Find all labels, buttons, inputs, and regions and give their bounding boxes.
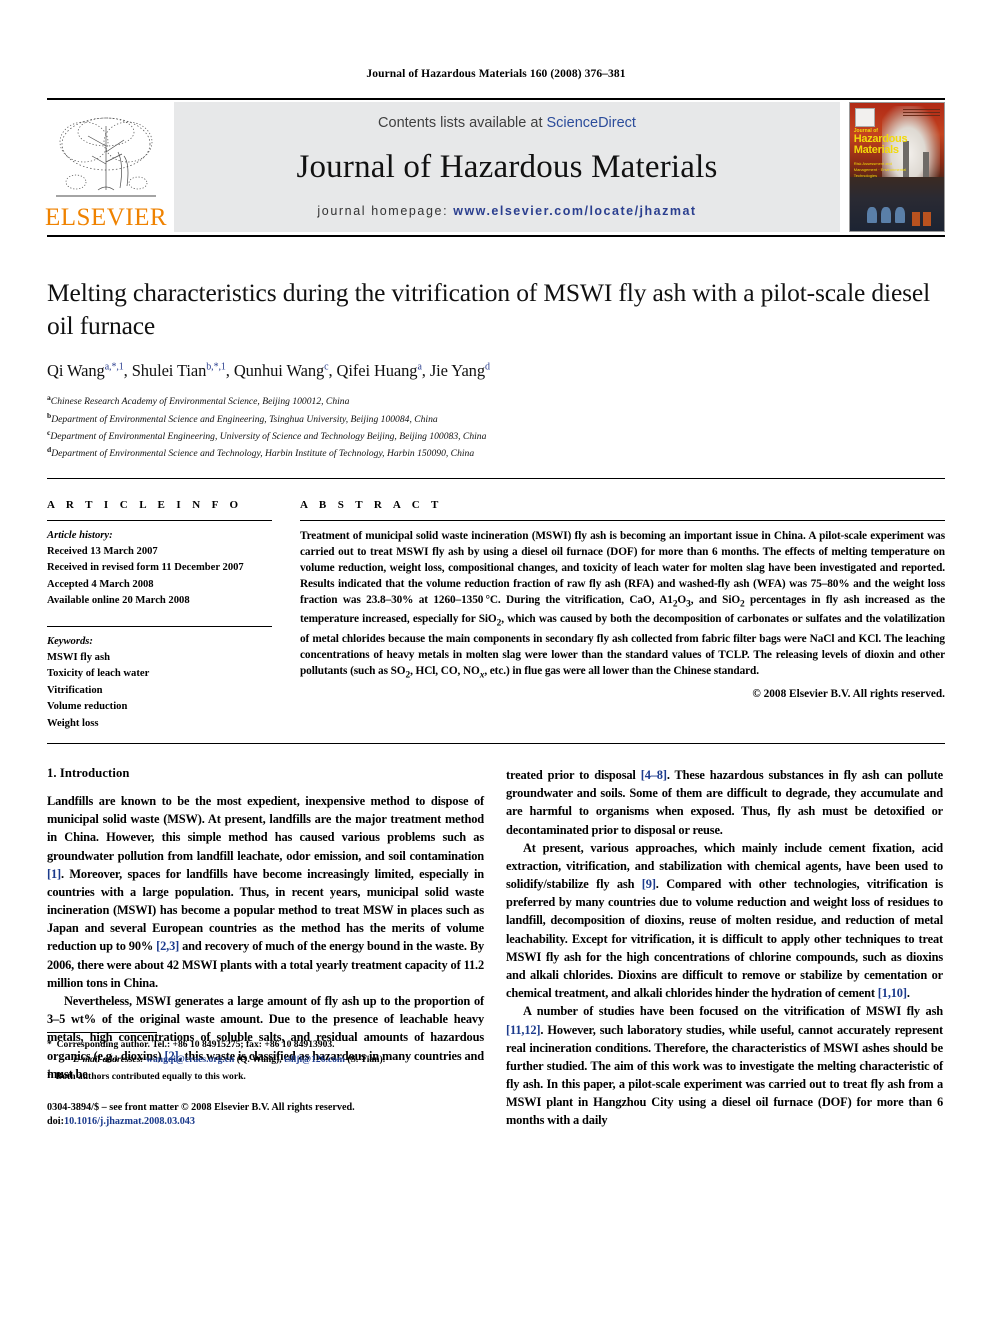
article-history-list: Received 13 March 2007 Received in revis… (47, 544, 272, 610)
footnote-email-addresses: E-mail addresses: wangqi@craes.org.cn (Q… (73, 1053, 386, 1065)
footnote-area: * Corresponding author. Tel.: +86 10 849… (47, 1032, 484, 1129)
abstract-copyright: © 2008 Elsevier B.V. All rights reserved… (752, 687, 945, 700)
paragraph: treated prior to disposal [4–8]. These h… (506, 768, 943, 837)
abstract-bottom-rule (47, 743, 945, 745)
masthead-bottom-rule (47, 235, 945, 237)
elsevier-tree-icon (56, 117, 156, 197)
history-item: Accepted 4 March 2008 (47, 578, 154, 590)
journal-masthead: ELSEVIER Contents lists available at Sci… (44, 102, 945, 232)
journal-cover-thumbnail: Journal of Hazardous Materials Risk Asse… (849, 102, 945, 232)
keyword-item: Vitrification (47, 684, 103, 696)
info-abstract-top-rule (47, 477, 945, 479)
paragraph: A number of studies have been focused on… (506, 1004, 943, 1128)
title-block: Melting characteristics during the vitri… (47, 277, 945, 462)
affiliation-item: cDepartment of Environmental Engineering… (47, 427, 945, 444)
contents-prefix: Contents lists available at (378, 115, 547, 131)
cover-tank-1 (866, 206, 878, 224)
footnote-corresponding-author: * Corresponding author. Tel.: +86 10 849… (47, 1039, 335, 1051)
abstract-column: A B S T R A C T Treatment of municipal s… (292, 499, 945, 732)
cover-journal-subtitle: Risk Assessment and Management · Environ… (853, 160, 907, 178)
history-item: Available online 20 March 2008 (47, 595, 190, 607)
homepage-url-link[interactable]: www.elsevier.com/locate/jhazmat (453, 204, 696, 218)
keywords-list: MSWI fly ash Toxicity of leach water Vit… (47, 650, 272, 732)
elsevier-logo: ELSEVIER (44, 102, 168, 232)
journal-title: Journal of Hazardous Materials (296, 149, 718, 185)
body-column-left: 1. Introduction Landfills are known to b… (47, 766, 484, 1129)
cover-header-text-block (902, 109, 941, 119)
affiliation-text: Chinese Research Academy of Environmenta… (50, 396, 350, 408)
keyword-item: Weight loss (47, 717, 99, 729)
masthead-center-band: Contents lists available at ScienceDirec… (174, 102, 840, 232)
affiliation-item: bDepartment of Environmental Science and… (47, 410, 945, 427)
affiliation-item: aChinese Research Academy of Environment… (47, 392, 945, 409)
affiliation-text: Department of Environmental Science and … (51, 413, 438, 425)
doi-label: doi: (47, 1116, 64, 1128)
body-column-right: treated prior to disposal [4–8]. These h… (506, 766, 943, 1129)
affiliation-text: Department of Environmental Engineering,… (50, 431, 487, 443)
affiliation-item: dDepartment of Environmental Science and… (47, 444, 945, 461)
abstract-rule (300, 519, 945, 521)
cover-journal-title: Journal of Hazardous Materials (853, 128, 916, 157)
abstract-body: Treatment of municipal solid waste incin… (300, 529, 945, 681)
keywords-label: Keywords: (47, 635, 93, 647)
info-abstract-region: A R T I C L E I N F O Article history: R… (47, 499, 945, 732)
history-item: Received in revised form 11 December 200… (47, 562, 244, 574)
keyword-item: Volume reduction (47, 701, 128, 713)
article-info-heading: A R T I C L E I N F O (47, 498, 243, 511)
cover-barrel-1 (912, 211, 920, 226)
masthead-top-rule (47, 98, 945, 100)
article-history-label: Article history: (47, 529, 113, 541)
homepage-label: journal homepage: (317, 204, 449, 218)
author-list: Qi Wanga,*,1, Shulei Tianb,*,1, Qunhui W… (47, 361, 490, 381)
affiliation-list: aChinese Research Academy of Environment… (47, 392, 945, 461)
imprint-doi-line: doi:10.1016/j.jhazmat.2008.03.043 (47, 1115, 484, 1129)
abstract-heading: A B S T R A C T (300, 498, 443, 511)
keywords-rule (47, 625, 272, 627)
keyword-item: Toxicity of leach water (47, 668, 150, 680)
imprint-front-matter: 0304-3894/$ – see front matter © 2008 El… (47, 1101, 355, 1113)
paragraph: Landfills are known to be the most exped… (47, 794, 484, 990)
paragraph: At present, various approaches, which ma… (506, 840, 944, 1001)
cover-publisher-badge (854, 108, 876, 127)
running-head: Journal of Hazardous Materials 160 (2008… (366, 68, 626, 80)
elsevier-wordmark: ELSEVIER (44, 204, 168, 231)
article-page: Journal of Hazardous Materials 160 (2008… (0, 0, 992, 1323)
body-columns: 1. Introduction Landfills are known to b… (47, 766, 945, 1129)
cover-barrel-2 (923, 211, 931, 226)
article-info-rule (47, 519, 272, 521)
cover-tank-3 (895, 206, 906, 224)
doi-link[interactable]: 10.1016/j.jhazmat.2008.03.043 (64, 1116, 195, 1127)
imprint-block: 0304-3894/$ – see front matter © 2008 El… (47, 1101, 484, 1130)
affiliation-text: Department of Environmental Science and … (51, 448, 475, 460)
article-info-column: A R T I C L E I N F O Article history: R… (47, 499, 292, 732)
sciencedirect-link[interactable]: ScienceDirect (547, 115, 636, 131)
keyword-item: MSWI fly ash (47, 652, 110, 664)
history-item: Received 13 March 2007 (47, 546, 158, 558)
contents-available-line: Contents lists available at ScienceDirec… (378, 115, 636, 131)
journal-homepage-line: journal homepage: www.elsevier.com/locat… (317, 204, 696, 218)
footnote-rule (47, 1032, 157, 1034)
cover-journal-line2: Materials (853, 144, 899, 157)
footnote-equal-contribution: 1 Both authors contributed equally to th… (47, 1067, 246, 1083)
section-heading-introduction: 1. Introduction (47, 766, 130, 781)
article-title: Melting characteristics during the vitri… (47, 278, 930, 340)
cover-tank-2 (881, 206, 892, 224)
